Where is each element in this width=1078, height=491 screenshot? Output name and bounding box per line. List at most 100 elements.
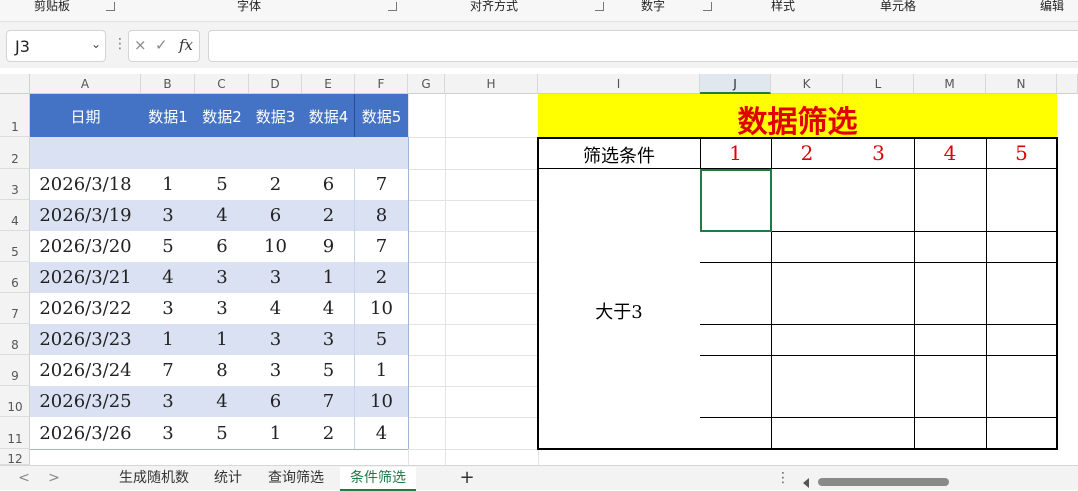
value-cell[interactable]: 3 [141,391,195,412]
value-cell[interactable]: 4 [141,267,195,288]
font-launcher-icon[interactable] [388,2,397,11]
value-cell[interactable]: 2 [302,423,355,444]
value-cell[interactable]: 2 [302,205,355,226]
filter-column-1[interactable]: 1 [700,141,771,165]
row-header-10[interactable]: 10 [0,386,30,417]
value-cell[interactable]: 9 [302,236,355,257]
column-header-b[interactable]: B [141,74,195,94]
cancel-icon[interactable]: × [134,36,147,54]
sheet-tab-query[interactable]: 查询筛选 [260,467,332,489]
value-cell[interactable]: 1 [141,329,195,350]
row-header-5[interactable]: 5 [0,231,30,262]
value-cell[interactable]: 5 [195,174,249,195]
value-cell[interactable]: 5 [195,423,249,444]
value-cell[interactable]: 1 [302,267,355,288]
value-cell[interactable]: 1 [355,360,408,381]
value-cell[interactable]: 1 [141,174,195,195]
value-cell[interactable]: 3 [195,298,249,319]
value-cell[interactable]: 6 [302,174,355,195]
value-cell[interactable]: 8 [355,205,408,226]
condition-cell[interactable]: 大于3 [538,298,700,324]
date-cell[interactable]: 2026/3/24 [30,360,141,381]
value-cell[interactable]: 3 [141,205,195,226]
selected-cell-j3[interactable] [700,169,772,232]
value-cell[interactable]: 10 [355,391,408,412]
column-header-l[interactable]: L [843,74,914,94]
value-cell[interactable]: 7 [355,174,408,195]
more-options-icon[interactable]: ⋮ [113,36,127,52]
value-cell[interactable]: 3 [249,329,302,350]
value-cell[interactable]: 7 [355,236,408,257]
value-cell[interactable]: 5 [302,360,355,381]
value-cell[interactable]: 6 [249,205,302,226]
chevron-down-icon[interactable]: ⌄ [91,37,101,51]
value-cell[interactable]: 1 [195,329,249,350]
date-cell[interactable]: 2026/3/23 [30,329,141,350]
row-header-3[interactable]: 3 [0,169,30,200]
value-cell[interactable]: 10 [249,236,302,257]
sheet-tab-stats[interactable]: 统计 [208,467,248,489]
filter-column-4[interactable]: 4 [914,141,986,165]
filter-column-3[interactable]: 3 [843,141,914,165]
date-cell[interactable]: 2026/3/26 [30,423,141,444]
value-cell[interactable]: 3 [302,329,355,350]
value-cell[interactable]: 1 [249,423,302,444]
column-header-h[interactable]: H [445,74,538,94]
value-cell[interactable]: 3 [249,360,302,381]
enter-icon[interactable]: ✓ [155,36,168,54]
value-cell[interactable]: 8 [195,360,249,381]
date-cell[interactable]: 2026/3/21 [30,267,141,288]
value-cell[interactable]: 7 [141,360,195,381]
clipboard-launcher-icon[interactable] [106,2,115,11]
date-cell[interactable]: 2026/3/20 [30,236,141,257]
column-header-o[interactable] [1057,74,1078,94]
sheet-tab-generate[interactable]: 生成随机数 [112,467,196,489]
date-cell[interactable]: 2026/3/25 [30,391,141,412]
value-cell[interactable]: 2 [355,267,408,288]
insert-function-icon[interactable]: fx [179,36,193,54]
row-header-12[interactable]: 12 [0,449,30,465]
row-header-9[interactable]: 9 [0,355,30,386]
horizontal-scrollbar[interactable] [818,478,949,486]
value-cell[interactable]: 5 [355,329,408,350]
column-header-n[interactable]: N [986,74,1057,94]
select-all-corner[interactable] [0,74,30,94]
number-launcher-icon[interactable] [703,2,712,11]
row-header-8[interactable]: 8 [0,324,30,355]
name-box[interactable]: J3 ⌄ [6,30,106,62]
value-cell[interactable]: 4 [302,298,355,319]
add-sheet-icon[interactable]: + [456,467,478,489]
date-cell[interactable]: 2026/3/22 [30,298,141,319]
column-header-c[interactable]: C [195,74,249,94]
prev-sheet-icon[interactable]: < [14,467,34,489]
column-header-g[interactable]: G [408,74,445,94]
value-cell[interactable]: 5 [141,236,195,257]
value-cell[interactable]: 4 [355,423,408,444]
row-header-11[interactable]: 11 [0,417,30,449]
date-cell[interactable]: 2026/3/19 [30,205,141,226]
filter-column-5[interactable]: 5 [986,141,1057,165]
value-cell[interactable]: 7 [302,391,355,412]
value-cell[interactable]: 3 [141,423,195,444]
row-header-4[interactable]: 4 [0,200,30,231]
value-cell[interactable]: 6 [249,391,302,412]
row-header-7[interactable]: 7 [0,293,30,324]
value-cell[interactable]: 4 [195,391,249,412]
next-sheet-icon[interactable]: > [44,467,64,489]
row-header-6[interactable]: 6 [0,262,30,293]
column-header-f[interactable]: F [355,74,408,94]
value-cell[interactable]: 2 [249,174,302,195]
more-sheets-icon[interactable]: ⋮ [776,467,790,489]
sheet-tab-condition-filter[interactable]: 条件筛选 [340,467,416,491]
column-header-i[interactable]: I [538,74,700,94]
row-header-2[interactable]: 2 [0,137,30,169]
value-cell[interactable]: 3 [249,267,302,288]
column-header-m[interactable]: M [914,74,986,94]
date-cell[interactable]: 2026/3/18 [30,174,141,195]
alignment-launcher-icon[interactable] [595,2,604,11]
value-cell[interactable]: 3 [141,298,195,319]
value-cell[interactable]: 3 [195,267,249,288]
column-header-d[interactable]: D [249,74,302,94]
column-header-a[interactable]: A [30,74,141,94]
filter-column-2[interactable]: 2 [771,141,843,165]
